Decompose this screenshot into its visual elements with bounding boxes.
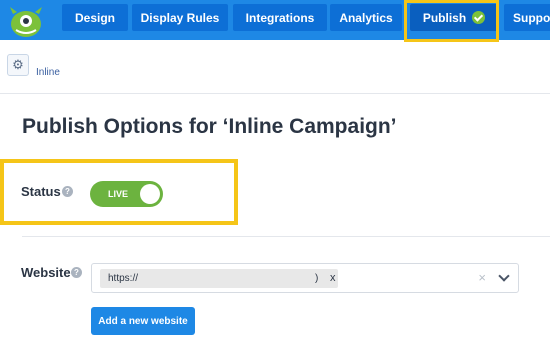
status-toggle-label: LIVE: [108, 189, 129, 199]
status-label: Status: [21, 184, 61, 199]
nav-tab-integrations[interactable]: Integrations: [233, 4, 327, 31]
website-tag: https:// ) x: [100, 269, 338, 288]
settings-button[interactable]: ⚙: [7, 54, 29, 76]
toggle-knob: [140, 184, 160, 204]
gear-icon: ⚙: [12, 57, 24, 72]
website-tag-suffix: ): [315, 273, 319, 284]
add-new-website-button[interactable]: Add a new website: [91, 307, 195, 335]
tag-remove-icon[interactable]: x: [330, 272, 336, 284]
nav-tab-analytics[interactable]: Analytics: [330, 4, 402, 31]
status-toggle[interactable]: LIVE: [90, 181, 163, 207]
chevron-down-icon[interactable]: [498, 270, 510, 282]
website-select[interactable]: https:// ) x ×: [91, 263, 519, 293]
breadcrumb[interactable]: Inline: [36, 67, 60, 78]
website-label: Website: [21, 265, 71, 280]
nav-tab-design[interactable]: Design: [62, 4, 128, 31]
publish-tab-highlight: [404, 0, 499, 42]
section-divider: [22, 236, 550, 237]
header-divider: [0, 93, 550, 94]
nav-tab-support[interactable]: Suppor: [504, 4, 550, 31]
website-tag-text: https://: [108, 273, 139, 284]
clear-selection-icon[interactable]: ×: [478, 270, 486, 285]
optinmonster-logo[interactable]: [4, 4, 48, 38]
status-help-icon[interactable]: ?: [62, 186, 73, 197]
page-title: Publish Options for ‘Inline Campaign’: [22, 115, 397, 138]
website-help-icon[interactable]: ?: [71, 267, 82, 278]
nav-tab-display-rules[interactable]: Display Rules: [132, 4, 228, 31]
